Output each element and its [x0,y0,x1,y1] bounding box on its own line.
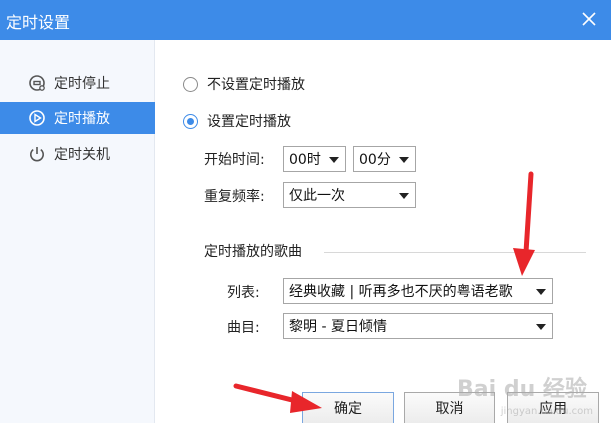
content-panel: 不设置定时播放 设置定时播放 开始时间: 00时 00分 重复频率: 仅此一次 … [156,40,611,423]
schedule-radio[interactable] [183,113,198,129]
repeat-select[interactable]: 仅此一次 [283,182,416,208]
sidebar-item-label: 定时播放 [54,111,110,127]
chevron-down-icon [399,193,409,199]
songs-section-title: 定时播放的歌曲 [204,244,302,260]
repeat-value: 仅此一次 [289,188,345,204]
pause-circle-icon [29,75,45,91]
schedule-option[interactable]: 设置定时播放 [183,111,291,131]
chevron-down-icon [399,157,409,163]
power-icon [30,147,44,162]
baidu-watermark: Bai du 经验 jingyan.baidu.com [457,371,597,417]
minute-value: 00分 [359,152,391,168]
minute-select[interactable]: 00分 [353,146,416,172]
chevron-down-icon [329,157,339,163]
start-time-label: 开始时间: [204,152,265,168]
track-value: 黎明 - 夏日倾情 [289,319,387,335]
sidebar-item-timed-play[interactable]: 定时播放 [0,102,155,134]
track-select[interactable]: 黎明 - 夏日倾情 [283,313,553,339]
no-schedule-radio[interactable] [183,76,198,92]
watermark-sub: jingyan.baidu.com [500,406,593,417]
sidebar: 定时停止 定时播放 定时关机 [0,40,155,423]
hour-select[interactable]: 00时 [283,146,346,172]
title-bar: 定时设置 [0,0,611,40]
no-schedule-label: 不设置定时播放 [207,77,305,93]
playlist-select[interactable]: 经典收藏 | 听再多也不厌的粤语老歌 [283,278,553,304]
track-label: 曲目: [227,320,260,336]
sidebar-item-timed-shutdown[interactable]: 定时关机 [0,138,155,170]
list-label: 列表: [227,285,260,301]
playlist-value: 经典收藏 | 听再多也不厌的粤语老歌 [289,284,513,300]
chevron-down-icon [536,289,546,295]
repeat-label: 重复频率: [204,189,265,205]
play-circle-icon [29,110,45,126]
schedule-label: 设置定时播放 [207,114,291,130]
section-divider [324,252,586,253]
watermark-text: Bai du 经验 [457,377,587,402]
chevron-down-icon [536,324,546,330]
close-icon[interactable] [579,9,599,29]
sidebar-item-label: 定时停止 [54,76,110,92]
ok-button[interactable]: 确定 [302,392,394,423]
hour-value: 00时 [289,152,321,168]
no-schedule-option[interactable]: 不设置定时播放 [183,74,305,94]
sidebar-item-label: 定时关机 [54,147,110,163]
sidebar-item-timed-stop[interactable]: 定时停止 [0,67,155,99]
window-title: 定时设置 [6,13,71,32]
